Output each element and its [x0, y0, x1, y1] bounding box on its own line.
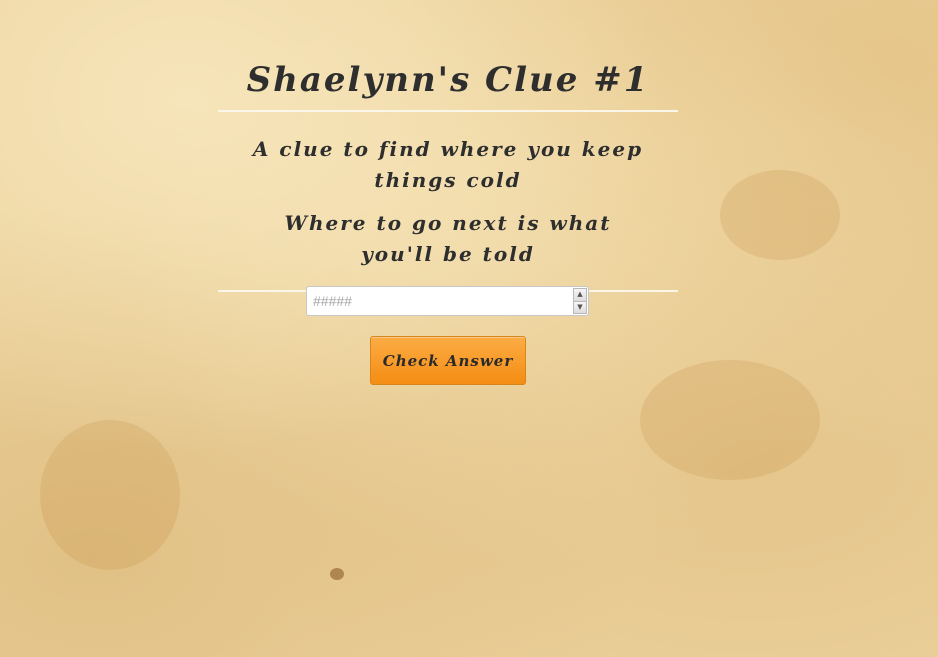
clue-line-2: Where to go next is what you'll be told [284, 211, 612, 266]
parchment-stain [640, 360, 820, 480]
answer-input[interactable] [306, 286, 589, 316]
parchment-stain [330, 568, 344, 580]
answer-field-wrapper: ▲ ▼ [306, 286, 589, 316]
check-answer-button[interactable]: Check Answer [370, 336, 526, 385]
spinner-down-icon[interactable]: ▼ [573, 301, 587, 314]
clue-text: A clue to find where you keep things col… [218, 112, 678, 290]
spinner-up-icon[interactable]: ▲ [573, 288, 587, 302]
page-title: Shaelynn's Clue #1 [246, 60, 650, 100]
clue-card: Shaelynn's Clue #1 A clue to find where … [218, 52, 678, 292]
parchment-stain [720, 170, 840, 260]
number-spinner: ▲ ▼ [573, 288, 587, 314]
clue-line-1: A clue to find where you keep things col… [252, 137, 644, 192]
parchment-stain [40, 420, 180, 570]
